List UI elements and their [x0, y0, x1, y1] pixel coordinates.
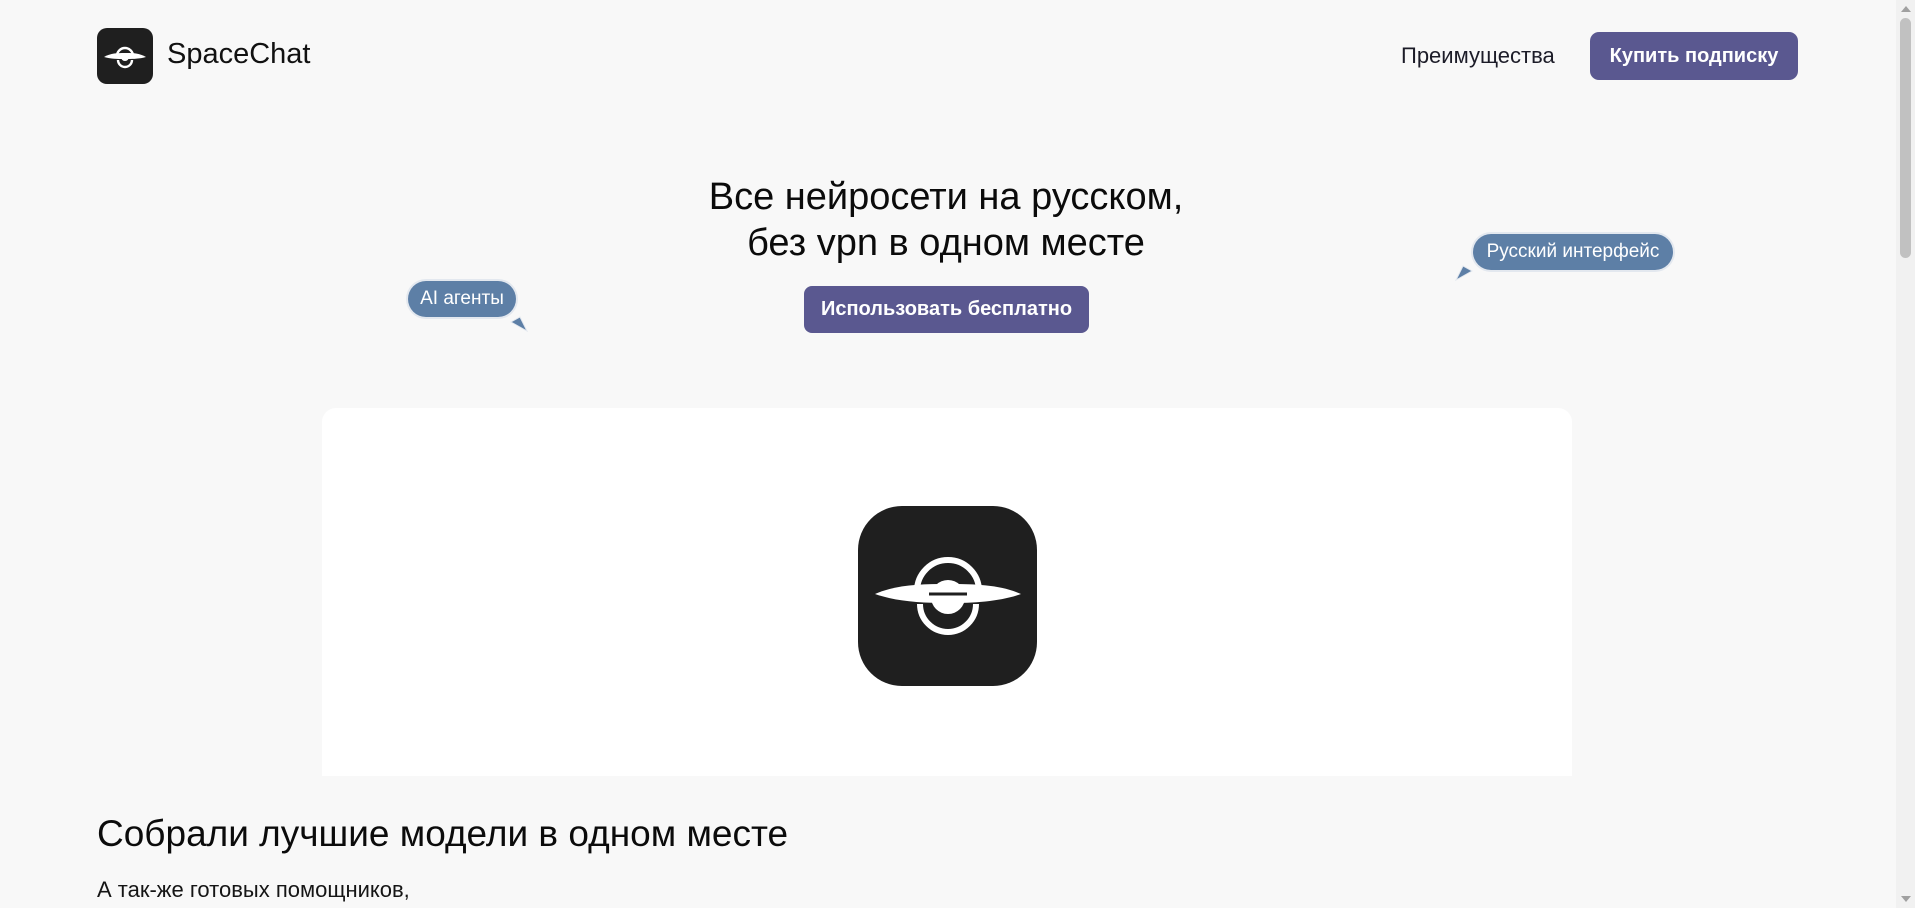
- russian-interface-bubble-label: Русский интерфейс: [1486, 241, 1660, 262]
- ai-agents-bubble-label: AI агенты: [420, 288, 504, 309]
- section-subtitle: А так-же готовых помощников,: [97, 877, 410, 902]
- scrollbar[interactable]: [1896, 0, 1915, 908]
- section-title: Собрали лучшие модели в одном месте: [97, 813, 789, 854]
- buy-subscription-button[interactable]: Купить подписку: [1590, 32, 1798, 80]
- hero-title-line1: Все нейросети на русском,: [708, 176, 1184, 218]
- brand-name[interactable]: SpaceChat: [167, 38, 311, 71]
- hero-title-line2: без vpn в одном месте: [747, 222, 1145, 264]
- ai-agents-bubble: AI агенты: [408, 281, 516, 317]
- bubble-pointer-icon: [510, 316, 528, 332]
- russian-interface-bubble: Русский интерфейс: [1473, 234, 1673, 270]
- showcase-logo: [858, 506, 1037, 686]
- hero-title: Все нейросети на русском, без vpn в одно…: [508, 174, 1384, 266]
- planet-logo-icon: [104, 46, 146, 69]
- scrollbar-thumb[interactable]: [1900, 18, 1911, 258]
- scroll-up-arrow-icon[interactable]: [1901, 6, 1911, 12]
- use-free-button[interactable]: Использовать бесплатно: [804, 286, 1089, 333]
- logo[interactable]: [97, 28, 153, 84]
- bubble-pointer-icon: [1455, 265, 1473, 281]
- scroll-down-arrow-icon[interactable]: [1901, 896, 1911, 902]
- nav-link-advantages[interactable]: Преимущества: [1401, 43, 1555, 69]
- planet-logo-icon: [874, 557, 1021, 635]
- page: SpaceChat Преимущества Купить подписку В…: [0, 0, 1896, 908]
